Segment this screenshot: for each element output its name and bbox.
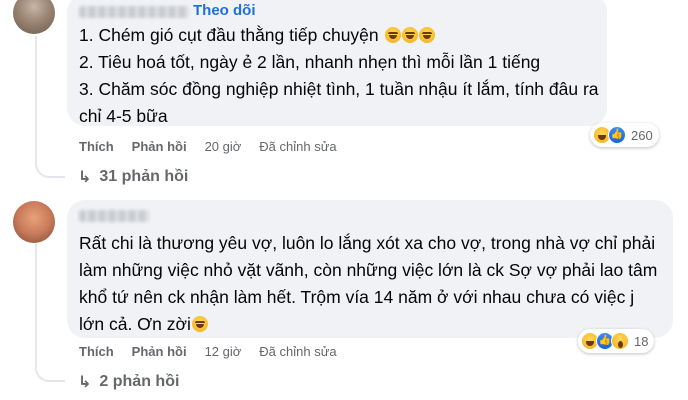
laughing-emoji-icon: [418, 27, 435, 43]
reaction-summary[interactable]: 👍 18: [578, 329, 655, 353]
reply-arrow-icon: ↳: [78, 374, 92, 391]
grinning-sweat-emoji-icon: [191, 316, 208, 332]
comment-line: 1. Chém gió cụt đầu thằng tiếp chuyện: [79, 25, 379, 45]
replies-label: 2 phản hồi: [99, 373, 180, 390]
like-button[interactable]: Thích: [79, 344, 114, 359]
comment-line: 3. Chăm sóc đồng nghiệp nhiệt tình, 1 tu…: [79, 79, 599, 126]
avatar[interactable]: [13, 201, 55, 243]
comment-actions: Thích Phản hồi 20 giờ Đã chỉnh sửa: [79, 139, 337, 154]
laughing-emoji-icon: [384, 27, 401, 43]
comment-body: Rất chi là thương yêu vợ, luôn lo lắng x…: [79, 233, 658, 334]
wow-icon: [611, 332, 629, 350]
timestamp[interactable]: 20 giờ: [205, 139, 242, 154]
comment-bubble: Theo dõi 1. Chém gió cụt đầu thằng tiếp …: [67, 0, 607, 126]
reply-button[interactable]: Phản hồi: [132, 344, 187, 359]
thread-branch-2: [35, 364, 65, 382]
comment-text: Rất chi là thương yêu vợ, luôn lo lắng x…: [79, 230, 664, 338]
edited-label: Đã chỉnh sửa: [259, 139, 337, 154]
comment-bubble: Rất chi là thương yêu vợ, luôn lo lắng x…: [67, 200, 673, 338]
reaction-summary[interactable]: 👍 260: [590, 123, 659, 147]
author-name-blurred[interactable]: [79, 6, 189, 18]
view-replies-button[interactable]: ↳ 31 phản hồi: [78, 167, 188, 187]
comment-actions: Thích Phản hồi 12 giờ Đã chỉnh sửa: [79, 344, 337, 359]
thread-line-2: [35, 244, 37, 368]
comment-line: 2. Tiêu hoá tốt, ngày ẻ 2 lần, nhanh nhẹ…: [79, 52, 541, 72]
laughing-emoji-icon: [401, 27, 418, 43]
follow-button[interactable]: Theo dõi: [193, 2, 256, 19]
reaction-count: 260: [631, 127, 653, 143]
thread-branch-1: [35, 160, 65, 178]
thread-line-1: [35, 36, 37, 164]
like-button[interactable]: Thích: [79, 139, 114, 154]
reply-arrow-icon: ↳: [78, 169, 92, 186]
edited-label: Đã chỉnh sửa: [259, 344, 337, 359]
reply-button[interactable]: Phản hồi: [132, 139, 187, 154]
timestamp[interactable]: 12 giờ: [205, 344, 242, 359]
reaction-count: 18: [634, 333, 649, 349]
view-replies-button[interactable]: ↳ 2 phản hồi: [78, 372, 179, 392]
author-name-blurred[interactable]: [79, 210, 149, 222]
avatar[interactable]: [13, 0, 55, 34]
like-icon: 👍: [608, 126, 626, 144]
comment-text: 1. Chém gió cụt đầu thằng tiếp chuyện 2.…: [79, 22, 599, 130]
replies-label: 31 phản hồi: [99, 168, 189, 185]
